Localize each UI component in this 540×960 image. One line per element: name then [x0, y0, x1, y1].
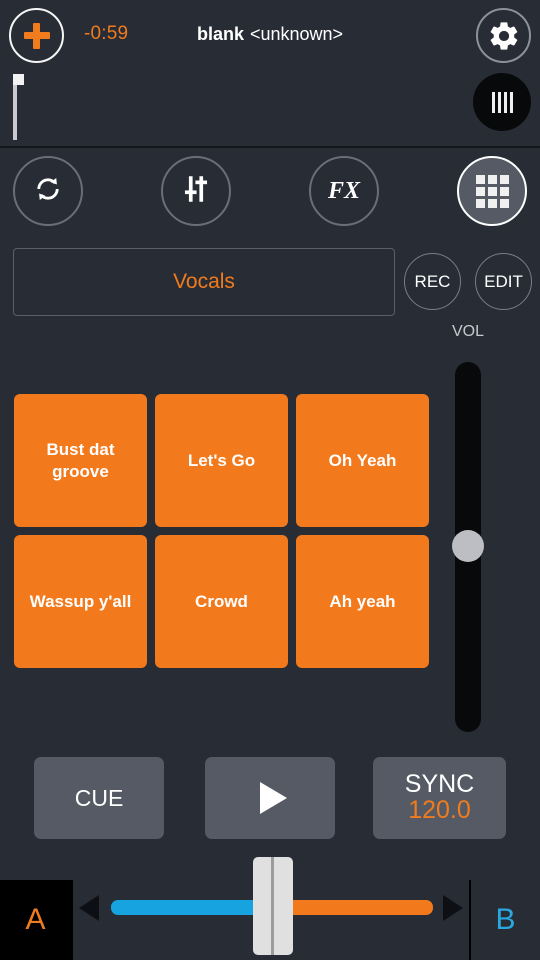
playhead-flag-icon — [13, 74, 24, 85]
mode-button-loop[interactable] — [13, 156, 83, 226]
bpm-value: 120.0 — [408, 796, 471, 825]
sample-bank-label: Vocals — [173, 270, 235, 293]
waveform-strip[interactable] — [0, 72, 540, 148]
crossfader-left-arrow-icon[interactable] — [79, 895, 99, 921]
crossfader-handle[interactable] — [253, 857, 293, 955]
settings-button[interactable] — [476, 8, 531, 63]
crossfader-left-fill — [111, 900, 273, 915]
dj-app-screen: -0:59 blank <unknown> FX Vocals REC EDIT… — [0, 0, 540, 960]
mode-button-pads[interactable] — [457, 156, 527, 226]
sync-label: SYNC — [404, 770, 475, 799]
rec-button[interactable]: REC — [404, 253, 461, 310]
fx-text-icon: FX — [327, 177, 360, 204]
sliders-icon — [179, 172, 213, 211]
top-bar: -0:59 blank <unknown> — [0, 0, 540, 72]
sample-pad[interactable]: Let's Go — [155, 394, 288, 527]
sync-button[interactable]: SYNC 120.0 — [373, 757, 506, 839]
sample-pad[interactable]: Oh Yeah — [296, 394, 429, 527]
deck-b-button[interactable]: B — [471, 880, 540, 960]
volume-slider-knob[interactable] — [452, 530, 484, 562]
track-title: blank <unknown> — [0, 24, 540, 45]
cue-button[interactable]: CUE — [34, 757, 164, 839]
sample-pad[interactable]: Wassup y'all — [14, 535, 147, 668]
crossfader-bar: A B — [0, 857, 540, 960]
beatgrid-bars-icon — [491, 91, 513, 113]
crossfader-right-arrow-icon[interactable] — [443, 895, 463, 921]
beatgrid-button[interactable] — [473, 73, 531, 131]
volume-label: VOL — [451, 323, 484, 340]
sample-pad[interactable]: Ah yeah — [296, 535, 429, 668]
deck-a-button[interactable]: A — [0, 880, 71, 960]
sample-pad-grid: Bust dat groove Let's Go Oh Yeah Wassup … — [14, 394, 429, 668]
crossfader-right-fill — [271, 900, 433, 915]
play-button[interactable] — [205, 757, 335, 839]
mode-button-fx[interactable]: FX — [309, 156, 379, 226]
crossfader-zone[interactable] — [71, 857, 471, 960]
bank-row: Vocals REC EDIT — [0, 246, 540, 318]
sample-pad[interactable]: Bust dat groove — [14, 394, 147, 527]
track-artist: <unknown> — [249, 24, 344, 44]
sample-pad[interactable]: Crowd — [155, 535, 288, 668]
edit-button[interactable]: EDIT — [475, 253, 532, 310]
track-name: blank — [196, 24, 244, 44]
transport-controls: CUE SYNC 120.0 — [0, 757, 540, 841]
play-triangle-icon — [259, 782, 287, 814]
mode-button-eq[interactable] — [161, 156, 231, 226]
cue-label: CUE — [74, 784, 124, 811]
grid-3x3-icon — [475, 174, 509, 208]
gear-icon — [487, 19, 521, 53]
loop-arrows-icon — [31, 172, 65, 211]
sample-bank-selector[interactable]: Vocals — [13, 248, 395, 316]
mode-row: FX — [0, 153, 540, 231]
